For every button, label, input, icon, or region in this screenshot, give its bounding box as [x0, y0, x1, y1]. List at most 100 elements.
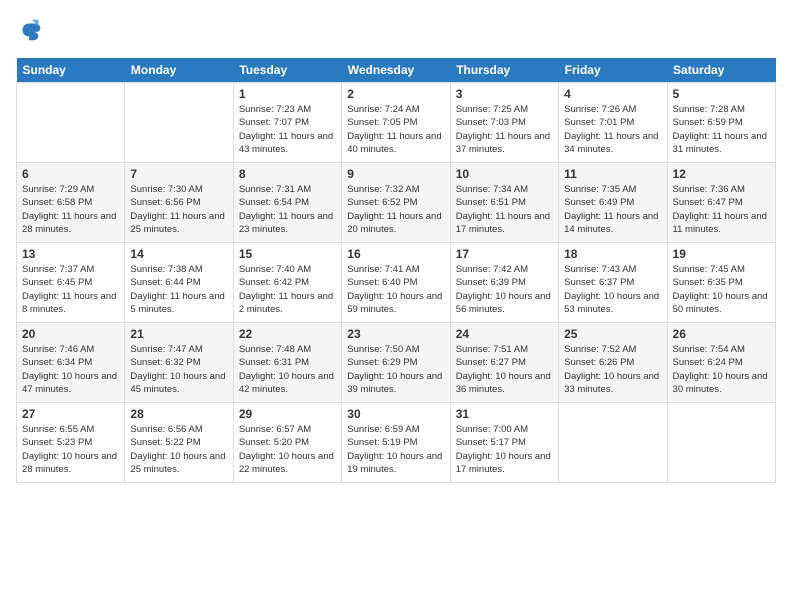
- page-header: [16, 16, 776, 44]
- day-number: 9: [347, 167, 444, 181]
- cell-info: Sunrise: 7:52 AMSunset: 6:26 PMDaylight:…: [564, 344, 659, 395]
- day-number: 28: [130, 407, 227, 421]
- week-row-4: 20 Sunrise: 7:46 AMSunset: 6:34 PMDayligh…: [17, 323, 776, 403]
- day-number: 22: [239, 327, 336, 341]
- day-number: 31: [456, 407, 553, 421]
- days-header-row: SundayMondayTuesdayWednesdayThursdayFrid…: [17, 58, 776, 83]
- calendar-cell: 25 Sunrise: 7:52 AMSunset: 6:26 PMDayligh…: [559, 323, 667, 403]
- cell-info: Sunrise: 7:50 AMSunset: 6:29 PMDaylight:…: [347, 344, 442, 395]
- day-header-thursday: Thursday: [450, 58, 558, 83]
- cell-info: Sunrise: 7:43 AMSunset: 6:37 PMDaylight:…: [564, 264, 659, 315]
- calendar-cell: 3 Sunrise: 7:25 AMSunset: 7:03 PMDaylight…: [450, 83, 558, 163]
- day-number: 23: [347, 327, 444, 341]
- calendar-cell: 29 Sunrise: 6:57 AMSunset: 5:20 PMDayligh…: [233, 403, 341, 483]
- day-header-tuesday: Tuesday: [233, 58, 341, 83]
- day-number: 25: [564, 327, 661, 341]
- cell-info: Sunrise: 7:54 AMSunset: 6:24 PMDaylight:…: [673, 344, 768, 395]
- day-number: 1: [239, 87, 336, 101]
- week-row-5: 27 Sunrise: 6:55 AMSunset: 5:23 PMDayligh…: [17, 403, 776, 483]
- week-row-2: 6 Sunrise: 7:29 AMSunset: 6:58 PMDaylight…: [17, 163, 776, 243]
- calendar-cell: 19 Sunrise: 7:45 AMSunset: 6:35 PMDayligh…: [667, 243, 775, 323]
- calendar-table: SundayMondayTuesdayWednesdayThursdayFrid…: [16, 58, 776, 483]
- cell-info: Sunrise: 7:29 AMSunset: 6:58 PMDaylight:…: [22, 184, 116, 235]
- calendar-cell: 23 Sunrise: 7:50 AMSunset: 6:29 PMDayligh…: [342, 323, 450, 403]
- cell-info: Sunrise: 7:46 AMSunset: 6:34 PMDaylight:…: [22, 344, 117, 395]
- calendar-cell: 4 Sunrise: 7:26 AMSunset: 7:01 PMDaylight…: [559, 83, 667, 163]
- day-number: 24: [456, 327, 553, 341]
- cell-info: Sunrise: 7:25 AMSunset: 7:03 PMDaylight:…: [456, 104, 550, 155]
- calendar-cell: 10 Sunrise: 7:34 AMSunset: 6:51 PMDayligh…: [450, 163, 558, 243]
- calendar-cell: 28Sunrise: 6:56 AMSunset: 5:22 PMDayligh…: [125, 403, 233, 483]
- cell-info: Sunrise: 6:57 AMSunset: 5:20 PMDaylight:…: [239, 424, 334, 475]
- day-number: 11: [564, 167, 661, 181]
- cell-info: Sunrise: 7:34 AMSunset: 6:51 PMDaylight:…: [456, 184, 550, 235]
- calendar-cell: [559, 403, 667, 483]
- calendar-cell: 2 Sunrise: 7:24 AMSunset: 7:05 PMDaylight…: [342, 83, 450, 163]
- day-header-sunday: Sunday: [17, 58, 125, 83]
- day-number: 8: [239, 167, 336, 181]
- calendar-cell: 27 Sunrise: 6:55 AMSunset: 5:23 PMDayligh…: [17, 403, 125, 483]
- calendar-cell: 31 Sunrise: 7:00 AMSunset: 5:17 PMDayligh…: [450, 403, 558, 483]
- cell-info: Sunrise: 7:38 AMSunset: 6:44 PMDaylight:…: [130, 264, 224, 315]
- cell-info: Sunrise: 6:59 AMSunset: 5:19 PMDaylight:…: [347, 424, 442, 475]
- cell-info: Sunrise: 7:42 AMSunset: 6:39 PMDaylight:…: [456, 264, 551, 315]
- calendar-cell: 8 Sunrise: 7:31 AMSunset: 6:54 PMDaylight…: [233, 163, 341, 243]
- day-header-saturday: Saturday: [667, 58, 775, 83]
- day-number: 26: [673, 327, 770, 341]
- calendar-cell: 24 Sunrise: 7:51 AMSunset: 6:27 PMDayligh…: [450, 323, 558, 403]
- day-number: 3: [456, 87, 553, 101]
- cell-info: Sunrise: 7:24 AMSunset: 7:05 PMDaylight:…: [347, 104, 441, 155]
- calendar-cell: 11 Sunrise: 7:35 AMSunset: 6:49 PMDayligh…: [559, 163, 667, 243]
- day-number: 13: [22, 247, 119, 261]
- cell-info: Sunrise: 7:40 AMSunset: 6:42 PMDaylight:…: [239, 264, 333, 315]
- cell-info: Sunrise: 7:36 AMSunset: 6:47 PMDaylight:…: [673, 184, 767, 235]
- calendar-cell: 18Sunrise: 7:43 AMSunset: 6:37 PMDayligh…: [559, 243, 667, 323]
- day-header-friday: Friday: [559, 58, 667, 83]
- cell-info: Sunrise: 7:51 AMSunset: 6:27 PMDaylight:…: [456, 344, 551, 395]
- calendar-cell: 30 Sunrise: 6:59 AMSunset: 5:19 PMDayligh…: [342, 403, 450, 483]
- calendar-cell: [667, 403, 775, 483]
- cell-info: Sunrise: 7:26 AMSunset: 7:01 PMDaylight:…: [564, 104, 658, 155]
- day-number: 5: [673, 87, 770, 101]
- calendar-cell: 26 Sunrise: 7:54 AMSunset: 6:24 PMDayligh…: [667, 323, 775, 403]
- calendar-cell: 21Sunrise: 7:47 AMSunset: 6:32 PMDayligh…: [125, 323, 233, 403]
- cell-info: Sunrise: 7:28 AMSunset: 6:59 PMDaylight:…: [673, 104, 767, 155]
- calendar-cell: 14Sunrise: 7:38 AMSunset: 6:44 PMDayligh…: [125, 243, 233, 323]
- cell-info: Sunrise: 7:00 AMSunset: 5:17 PMDaylight:…: [456, 424, 551, 475]
- calendar-cell: 7 Sunrise: 7:30 AMSunset: 6:56 PMDaylight…: [125, 163, 233, 243]
- logo: [16, 16, 48, 44]
- cell-info: Sunrise: 7:48 AMSunset: 6:31 PMDaylight:…: [239, 344, 334, 395]
- logo-icon: [16, 16, 44, 44]
- day-number: 30: [347, 407, 444, 421]
- day-number: 4: [564, 87, 661, 101]
- cell-info: Sunrise: 7:37 AMSunset: 6:45 PMDaylight:…: [22, 264, 116, 315]
- cell-info: Sunrise: 7:35 AMSunset: 6:49 PMDaylight:…: [564, 184, 658, 235]
- calendar-cell: 22 Sunrise: 7:48 AMSunset: 6:31 PMDayligh…: [233, 323, 341, 403]
- calendar-cell: 12 Sunrise: 7:36 AMSunset: 6:47 PMDayligh…: [667, 163, 775, 243]
- calendar-cell: 16Sunrise: 7:41 AMSunset: 6:40 PMDayligh…: [342, 243, 450, 323]
- day-number: 15: [239, 247, 336, 261]
- calendar-cell: 9 Sunrise: 7:32 AMSunset: 6:52 PMDaylight…: [342, 163, 450, 243]
- cell-info: Sunrise: 7:41 AMSunset: 6:40 PMDaylight:…: [347, 264, 442, 315]
- day-number: 2: [347, 87, 444, 101]
- calendar-cell: 6 Sunrise: 7:29 AMSunset: 6:58 PMDaylight…: [17, 163, 125, 243]
- week-row-3: 13 Sunrise: 7:37 AMSunset: 6:45 PMDayligh…: [17, 243, 776, 323]
- day-number: 20: [22, 327, 119, 341]
- calendar-cell: 17Sunrise: 7:42 AMSunset: 6:39 PMDayligh…: [450, 243, 558, 323]
- calendar-cell: 5 Sunrise: 7:28 AMSunset: 6:59 PMDaylight…: [667, 83, 775, 163]
- day-number: 27: [22, 407, 119, 421]
- cell-info: Sunrise: 7:32 AMSunset: 6:52 PMDaylight:…: [347, 184, 441, 235]
- day-number: 6: [22, 167, 119, 181]
- day-number: 19: [673, 247, 770, 261]
- calendar-cell: 20 Sunrise: 7:46 AMSunset: 6:34 PMDayligh…: [17, 323, 125, 403]
- day-number: 12: [673, 167, 770, 181]
- day-number: 29: [239, 407, 336, 421]
- day-number: 10: [456, 167, 553, 181]
- day-number: 21: [130, 327, 227, 341]
- calendar-cell: [125, 83, 233, 163]
- cell-info: Sunrise: 7:31 AMSunset: 6:54 PMDaylight:…: [239, 184, 333, 235]
- cell-info: Sunrise: 6:55 AMSunset: 5:23 PMDaylight:…: [22, 424, 117, 475]
- day-number: 7: [130, 167, 227, 181]
- cell-info: Sunrise: 7:45 AMSunset: 6:35 PMDaylight:…: [673, 264, 768, 315]
- cell-info: Sunrise: 7:30 AMSunset: 6:56 PMDaylight:…: [130, 184, 224, 235]
